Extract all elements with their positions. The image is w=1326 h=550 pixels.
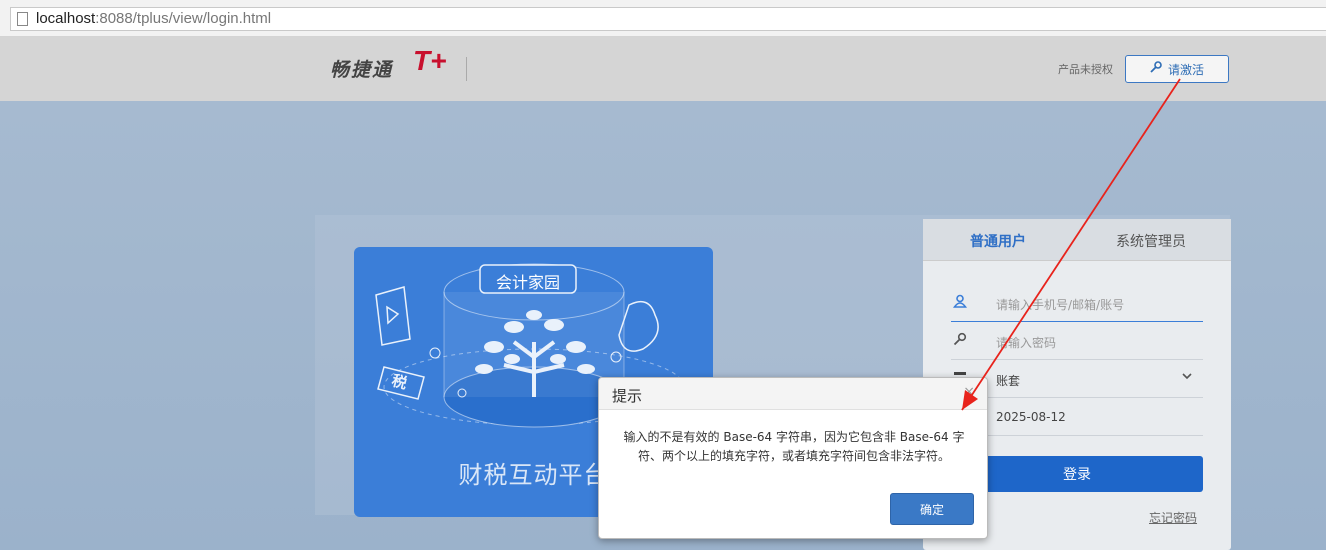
page-icon [17,12,28,26]
promo-badge: 会计家园 [495,273,560,292]
key-icon [1150,61,1162,77]
username-placeholder: 请输入手机号/邮箱/账号 [996,298,1125,312]
brand-divider [466,57,467,81]
url-field[interactable]: localhost:8088/tplus/view/login.html [10,7,1326,31]
tab-system-admin[interactable]: 系统管理员 [1116,231,1186,251]
forgot-password-link[interactable]: 忘记密码 [1149,509,1197,526]
brand-logo: T+ [413,45,447,76]
username-field[interactable]: 请输入手机号/邮箱/账号 [951,284,1203,322]
date-field[interactable]: 2025-08-12 [951,398,1203,436]
login-tabs: 普通用户 系统管理员 [923,219,1231,261]
activate-button[interactable]: 请激活 [1125,55,1229,83]
dialog-message-line-2: 符、两个以上的填充字符，或者填充字符间包含非法字符。 [637,449,950,463]
close-icon[interactable]: × [963,384,975,400]
password-placeholder: 请输入密码 [996,336,1057,350]
dialog-message: 输入的不是有效的 Base-64 字符串，因为它包含非 Base-64 字 符、… [609,428,979,466]
activate-label: 请激活 [1167,62,1204,77]
unlicensed-text: 产品未授权 [1058,63,1113,76]
ok-button[interactable]: 确定 [890,493,974,525]
tab-normal-user[interactable]: 普通用户 [970,231,1026,251]
dialog-title: 提示 [612,387,643,405]
chevron-down-icon [1181,370,1193,386]
user-icon [952,294,968,312]
brand-name: 畅捷通 [330,60,394,81]
url-path: :8088/tplus/view/login.html [95,10,272,27]
key-icon [953,332,967,350]
account-set-value: 账套 [996,374,1021,388]
url-text: localhost:8088/tplus/view/login.html [36,10,271,27]
dialog-message-line-1: 输入的不是有效的 Base-64 字符串，因为它包含非 Base-64 字 [623,430,965,444]
browser-address-bar: localhost:8088/tplus/view/login.html [0,0,1326,37]
login-button[interactable]: 登录 [951,456,1203,492]
date-value: 2025-08-12 [996,410,1066,424]
url-host: localhost [36,10,96,27]
password-field[interactable]: 请输入密码 [951,322,1203,360]
dialog-header: 提示 × [599,378,987,410]
alert-dialog: 提示 × 输入的不是有效的 Base-64 字符串，因为它包含非 Base-64… [598,377,988,539]
account-set-select[interactable]: 账套 [951,360,1203,398]
top-header: 畅捷通 T+ 产品未授权 请激活 [0,37,1326,101]
